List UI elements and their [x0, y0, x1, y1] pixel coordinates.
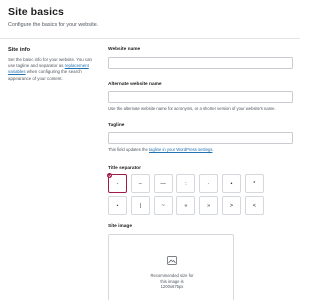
- separator-symbol: ·: [207, 180, 210, 187]
- separator-symbol: —: [160, 180, 166, 187]
- separator-symbol: «: [184, 202, 188, 209]
- separator-option-12[interactable]: >: [222, 196, 241, 215]
- separator-option-6[interactable]: *: [244, 174, 264, 193]
- separator-option-8[interactable]: |: [130, 196, 150, 215]
- title-separator-label: Title separator: [108, 166, 141, 171]
- tagline-help-suffix: .: [212, 147, 214, 152]
- separator-option-10[interactable]: «: [176, 196, 196, 215]
- separator-symbol: >: [229, 202, 234, 209]
- separator-symbol: |: [139, 202, 142, 209]
- page-header: Site basics Configure the basics for you…: [8, 6, 98, 28]
- section-title: Site info: [8, 47, 31, 53]
- section-sidebar: Site info Set the basic info for your we…: [8, 47, 96, 82]
- separator-option-9[interactable]: ~: [153, 196, 173, 215]
- tagline-help-prefix: This field updates the: [108, 147, 149, 152]
- separator-option-7[interactable]: ⋆: [108, 196, 127, 215]
- separator-symbol: <: [252, 202, 256, 209]
- separator-symbol: ⋆: [115, 202, 120, 209]
- separator-option-2[interactable]: —: [153, 174, 173, 193]
- image-recommendation-size: 1200x675px: [160, 284, 184, 289]
- separator-option-13[interactable]: <: [244, 196, 264, 215]
- site-image-upload[interactable]: Recommended size for this image is 1200x…: [108, 234, 234, 300]
- selected-check-icon: [107, 173, 112, 178]
- tagline-label: Tagline: [108, 123, 125, 128]
- separator-option-11[interactable]: »: [199, 196, 219, 215]
- alternate-name-help: Use the alternate website name for acron…: [108, 106, 276, 111]
- tagline-settings-link[interactable]: tagline in your WordPress settings: [149, 147, 212, 152]
- separator-symbol: »: [207, 202, 211, 209]
- tagline-input[interactable]: [108, 132, 293, 144]
- separator-symbol: –: [138, 180, 142, 187]
- separator-option-4[interactable]: ·: [199, 174, 219, 193]
- separator-symbol: •: [230, 180, 233, 187]
- website-name-label: Website name: [108, 47, 141, 52]
- separator-symbol: :: [185, 180, 187, 187]
- separator-option-5[interactable]: •: [222, 174, 241, 193]
- header-divider: [0, 38, 300, 39]
- separator-symbol: *: [253, 180, 256, 187]
- alternate-name-label: Alternate website name: [108, 82, 162, 87]
- separator-symbol: -: [116, 180, 119, 187]
- separator-option-3[interactable]: :: [176, 174, 196, 193]
- alternate-name-input[interactable]: [108, 91, 293, 103]
- site-image-label: Site image: [108, 224, 132, 229]
- separator-option-0[interactable]: -: [107, 173, 127, 193]
- separator-option-1[interactable]: –: [130, 174, 150, 193]
- separator-symbol: ~: [161, 202, 165, 209]
- tagline-help: This field updates the tagline in your W…: [108, 147, 214, 152]
- website-name-input[interactable]: [108, 57, 293, 69]
- page-title: Site basics: [8, 6, 64, 18]
- image-icon: [167, 256, 177, 265]
- page-subtitle: Configure the basics for your website.: [8, 22, 99, 28]
- section-description: Set the basic info for your website. You…: [8, 57, 96, 82]
